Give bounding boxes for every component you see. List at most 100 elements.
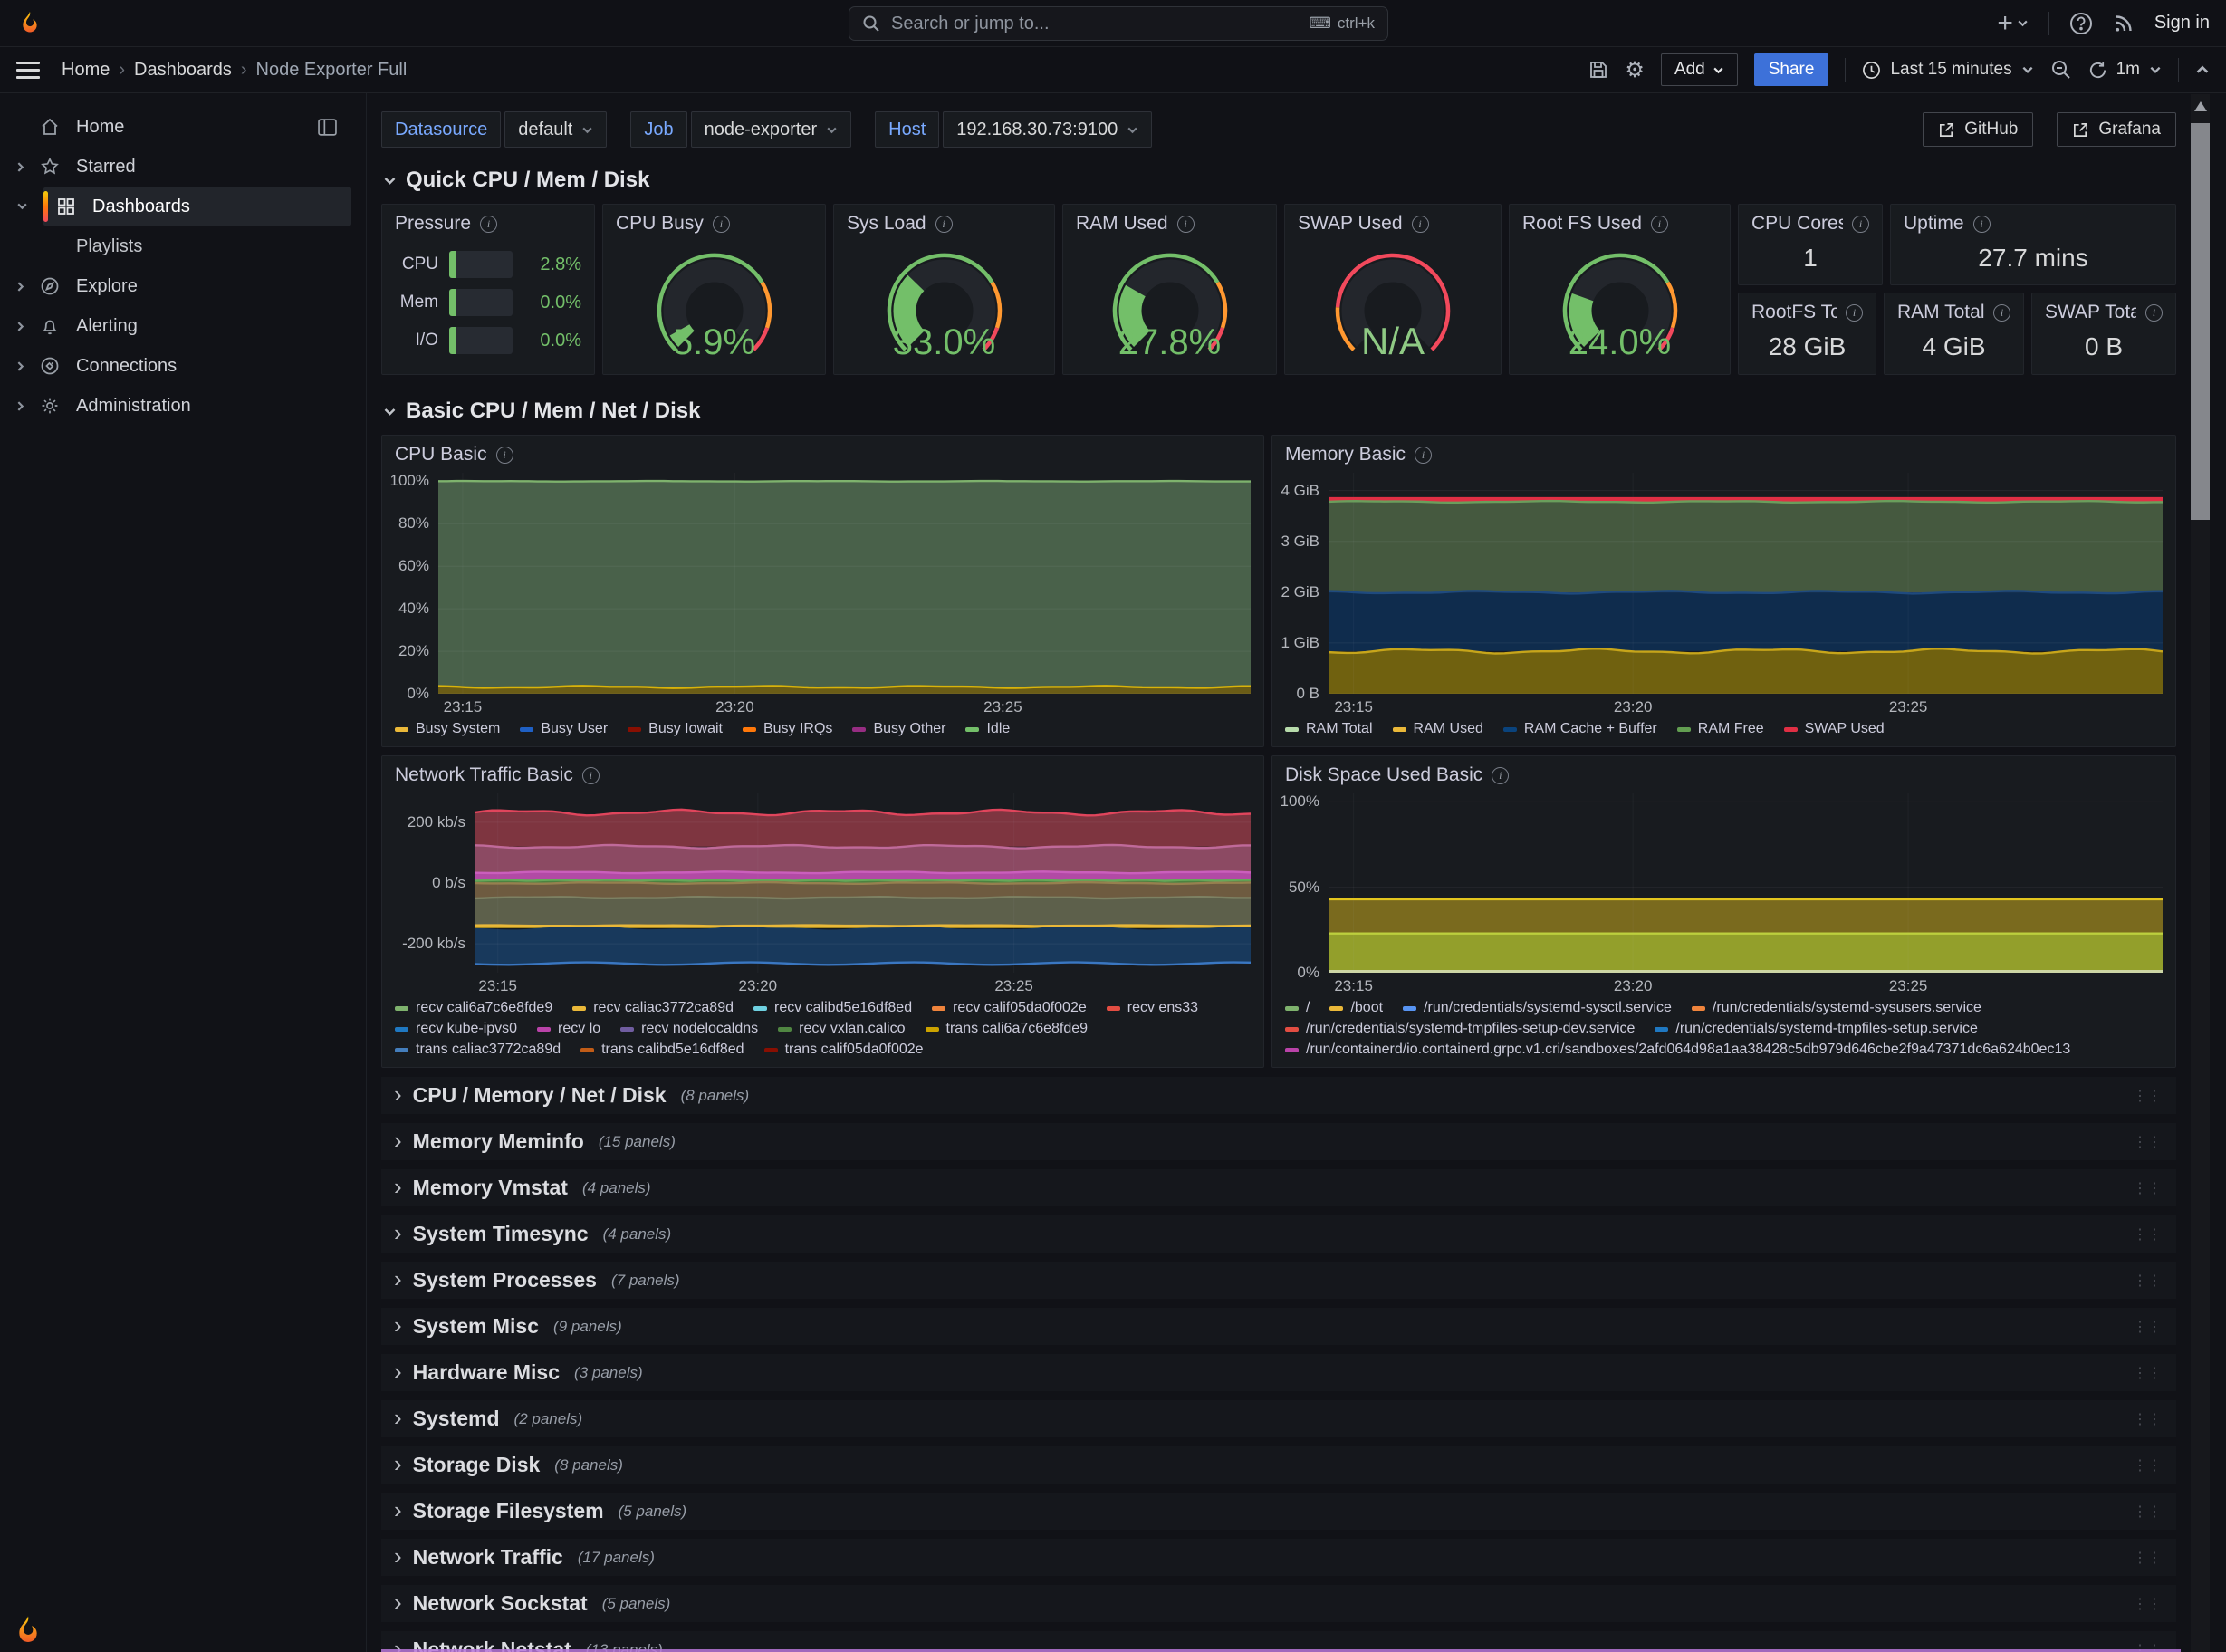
legend-item[interactable]: /run/credentials/systemd-sysusers.servic…: [1692, 1000, 1981, 1016]
dashboard-row-network-sockstat[interactable]: › Network Sockstat (5 panels) ⋮⋮: [381, 1585, 2176, 1622]
legend-item[interactable]: RAM Used: [1393, 721, 1483, 737]
chevron-right-icon[interactable]: [0, 281, 40, 293]
collapse-toolbar-icon[interactable]: [2195, 62, 2210, 77]
drag-handle-icon[interactable]: ⋮⋮: [2133, 1179, 2162, 1197]
search-box[interactable]: ⌨ ctrl+k: [849, 6, 1388, 41]
info-icon[interactable]: i: [713, 216, 730, 233]
drag-handle-icon[interactable]: ⋮⋮: [2133, 1225, 2162, 1244]
info-icon[interactable]: i: [1651, 216, 1668, 233]
sidebar-item-playlists[interactable]: Playlists: [0, 227, 351, 265]
info-icon[interactable]: i: [1846, 304, 1863, 322]
legend-item[interactable]: RAM Free: [1677, 721, 1764, 737]
drag-handle-icon[interactable]: ⋮⋮: [2133, 1133, 2162, 1151]
legend-item[interactable]: trans cali6a7c6e8fde9: [926, 1021, 1089, 1037]
info-icon[interactable]: i: [582, 767, 600, 784]
info-icon[interactable]: i: [1412, 216, 1429, 233]
info-icon[interactable]: i: [496, 447, 513, 464]
time-range-picker[interactable]: Last 15 minutes: [1862, 60, 2033, 80]
dashboard-row-systemd[interactable]: › Systemd (2 panels) ⋮⋮: [381, 1400, 2176, 1437]
sidebar-item-administration[interactable]: Administration: [0, 387, 351, 425]
drag-handle-icon[interactable]: ⋮⋮: [2133, 1364, 2162, 1382]
dock-menu-icon[interactable]: [318, 119, 337, 136]
info-icon[interactable]: i: [1177, 216, 1195, 233]
link-button-github[interactable]: GitHub: [1923, 112, 2033, 147]
panel-title[interactable]: CPU Basic: [395, 444, 487, 466]
legend-item[interactable]: trans calibd5e16df8ed: [580, 1042, 744, 1058]
panel-title[interactable]: CPU Cores: [1751, 213, 1843, 235]
chevron-right-icon[interactable]: [0, 321, 40, 332]
save-dashboard-icon[interactable]: [1588, 60, 1608, 80]
panel-title[interactable]: SWAP Used: [1298, 213, 1403, 235]
dashboard-row-storage-disk[interactable]: › Storage Disk (8 panels) ⋮⋮: [381, 1446, 2176, 1484]
chevron-right-icon[interactable]: [0, 161, 40, 173]
drag-handle-icon[interactable]: ⋮⋮: [2133, 1272, 2162, 1290]
info-icon[interactable]: i: [1973, 216, 1991, 233]
panel-title[interactable]: RootFS Total: [1751, 302, 1837, 323]
panel-title[interactable]: Pressure: [395, 213, 471, 235]
legend-item[interactable]: /: [1285, 1000, 1310, 1016]
scroll-up-icon[interactable]: [2194, 101, 2207, 111]
section-quick[interactable]: Quick CPU / Mem / Disk: [383, 168, 2176, 193]
sidebar-item-dashboards[interactable]: Dashboards: [43, 187, 351, 226]
chevron-right-icon[interactable]: [0, 400, 40, 412]
add-panel-button[interactable]: Add: [1661, 53, 1738, 86]
legend-item[interactable]: recv nodelocaldns: [620, 1021, 758, 1037]
sidebar-item-connections[interactable]: Connections: [0, 347, 351, 385]
info-icon[interactable]: i: [1993, 304, 2010, 322]
info-icon[interactable]: i: [480, 216, 497, 233]
variable-value-dropdown[interactable]: node-exporter: [691, 111, 852, 148]
menu-icon[interactable]: [16, 62, 40, 79]
panel-title[interactable]: Root FS Used: [1522, 213, 1642, 235]
panel-title[interactable]: Uptime: [1904, 213, 1964, 235]
sidebar-item-home[interactable]: Home: [0, 108, 351, 146]
sign-in-button[interactable]: Sign in: [2154, 13, 2210, 34]
legend-item[interactable]: /run/credentials/systemd-tmpfiles-setup-…: [1285, 1021, 1635, 1037]
panel-title[interactable]: CPU Busy: [616, 213, 704, 235]
legend-item[interactable]: recv calibd5e16df8ed: [753, 1000, 912, 1016]
dashboard-row-network-traffic[interactable]: › Network Traffic (17 panels) ⋮⋮: [381, 1539, 2176, 1576]
search-input[interactable]: [889, 13, 1300, 35]
dashboard-row-system-misc[interactable]: › System Misc (9 panels) ⋮⋮: [381, 1308, 2176, 1345]
legend-item[interactable]: recv calif05da0f002e: [932, 1000, 1087, 1016]
chart-canvas[interactable]: [1329, 793, 2163, 973]
legend-item[interactable]: /run/containerd/io.containerd.grpc.v1.cr…: [1285, 1042, 2070, 1058]
scrollbar[interactable]: [2191, 94, 2210, 1652]
drag-handle-icon[interactable]: ⋮⋮: [2133, 1410, 2162, 1428]
legend-item[interactable]: Busy IRQs: [743, 721, 832, 737]
legend-item[interactable]: /run/credentials/systemd-tmpfiles-setup.…: [1655, 1021, 1977, 1037]
chart-canvas[interactable]: [1329, 473, 2163, 694]
breadcrumb-item[interactable]: Dashboards: [134, 60, 232, 81]
news-icon[interactable]: [2113, 13, 2135, 34]
chart-canvas[interactable]: [438, 473, 1251, 694]
legend-item[interactable]: RAM Cache + Buffer: [1503, 721, 1657, 737]
drag-handle-icon[interactable]: ⋮⋮: [2133, 1456, 2162, 1474]
drag-handle-icon[interactable]: ⋮⋮: [2133, 1318, 2162, 1336]
dashboard-row-hardware-misc[interactable]: › Hardware Misc (3 panels) ⋮⋮: [381, 1354, 2176, 1391]
variable-value-dropdown[interactable]: default: [504, 111, 607, 148]
link-button-grafana[interactable]: Grafana: [2057, 112, 2176, 147]
sidebar-item-alerting[interactable]: Alerting: [0, 307, 351, 345]
zoom-out-icon[interactable]: [2050, 59, 2072, 81]
panel-title[interactable]: Sys Load: [847, 213, 926, 235]
legend-item[interactable]: recv kube-ipvs0: [395, 1021, 517, 1037]
add-new-button[interactable]: +: [1997, 8, 2029, 39]
dashboard-row-system-timesync[interactable]: › System Timesync (4 panels) ⋮⋮: [381, 1215, 2176, 1253]
legend-item[interactable]: recv ens33: [1107, 1000, 1198, 1016]
info-icon[interactable]: i: [1415, 447, 1432, 464]
panel-title[interactable]: Disk Space Used Basic: [1285, 764, 1482, 786]
sidebar-item-starred[interactable]: Starred: [0, 148, 351, 186]
dashboard-row-memory-meminfo[interactable]: › Memory Meminfo (15 panels) ⋮⋮: [381, 1123, 2176, 1160]
grafana-logo-icon[interactable]: [16, 10, 43, 37]
chevron-down-icon[interactable]: [16, 200, 28, 212]
scrollbar-thumb[interactable]: [2191, 123, 2210, 520]
sidebar-item-explore[interactable]: Explore: [0, 267, 351, 305]
legend-item[interactable]: trans caliac3772ca89d: [395, 1042, 561, 1058]
panel-title[interactable]: RAM Used: [1076, 213, 1168, 235]
panel-title[interactable]: SWAP Total: [2045, 302, 2136, 323]
legend-item[interactable]: Busy Iowait: [628, 721, 723, 737]
panel-title[interactable]: Network Traffic Basic: [395, 764, 573, 786]
legend-item[interactable]: SWAP Used: [1784, 721, 1885, 737]
info-icon[interactable]: i: [935, 216, 953, 233]
legend-item[interactable]: trans calif05da0f002e: [764, 1042, 924, 1058]
dashboard-row-storage-filesystem[interactable]: › Storage Filesystem (5 panels) ⋮⋮: [381, 1493, 2176, 1530]
